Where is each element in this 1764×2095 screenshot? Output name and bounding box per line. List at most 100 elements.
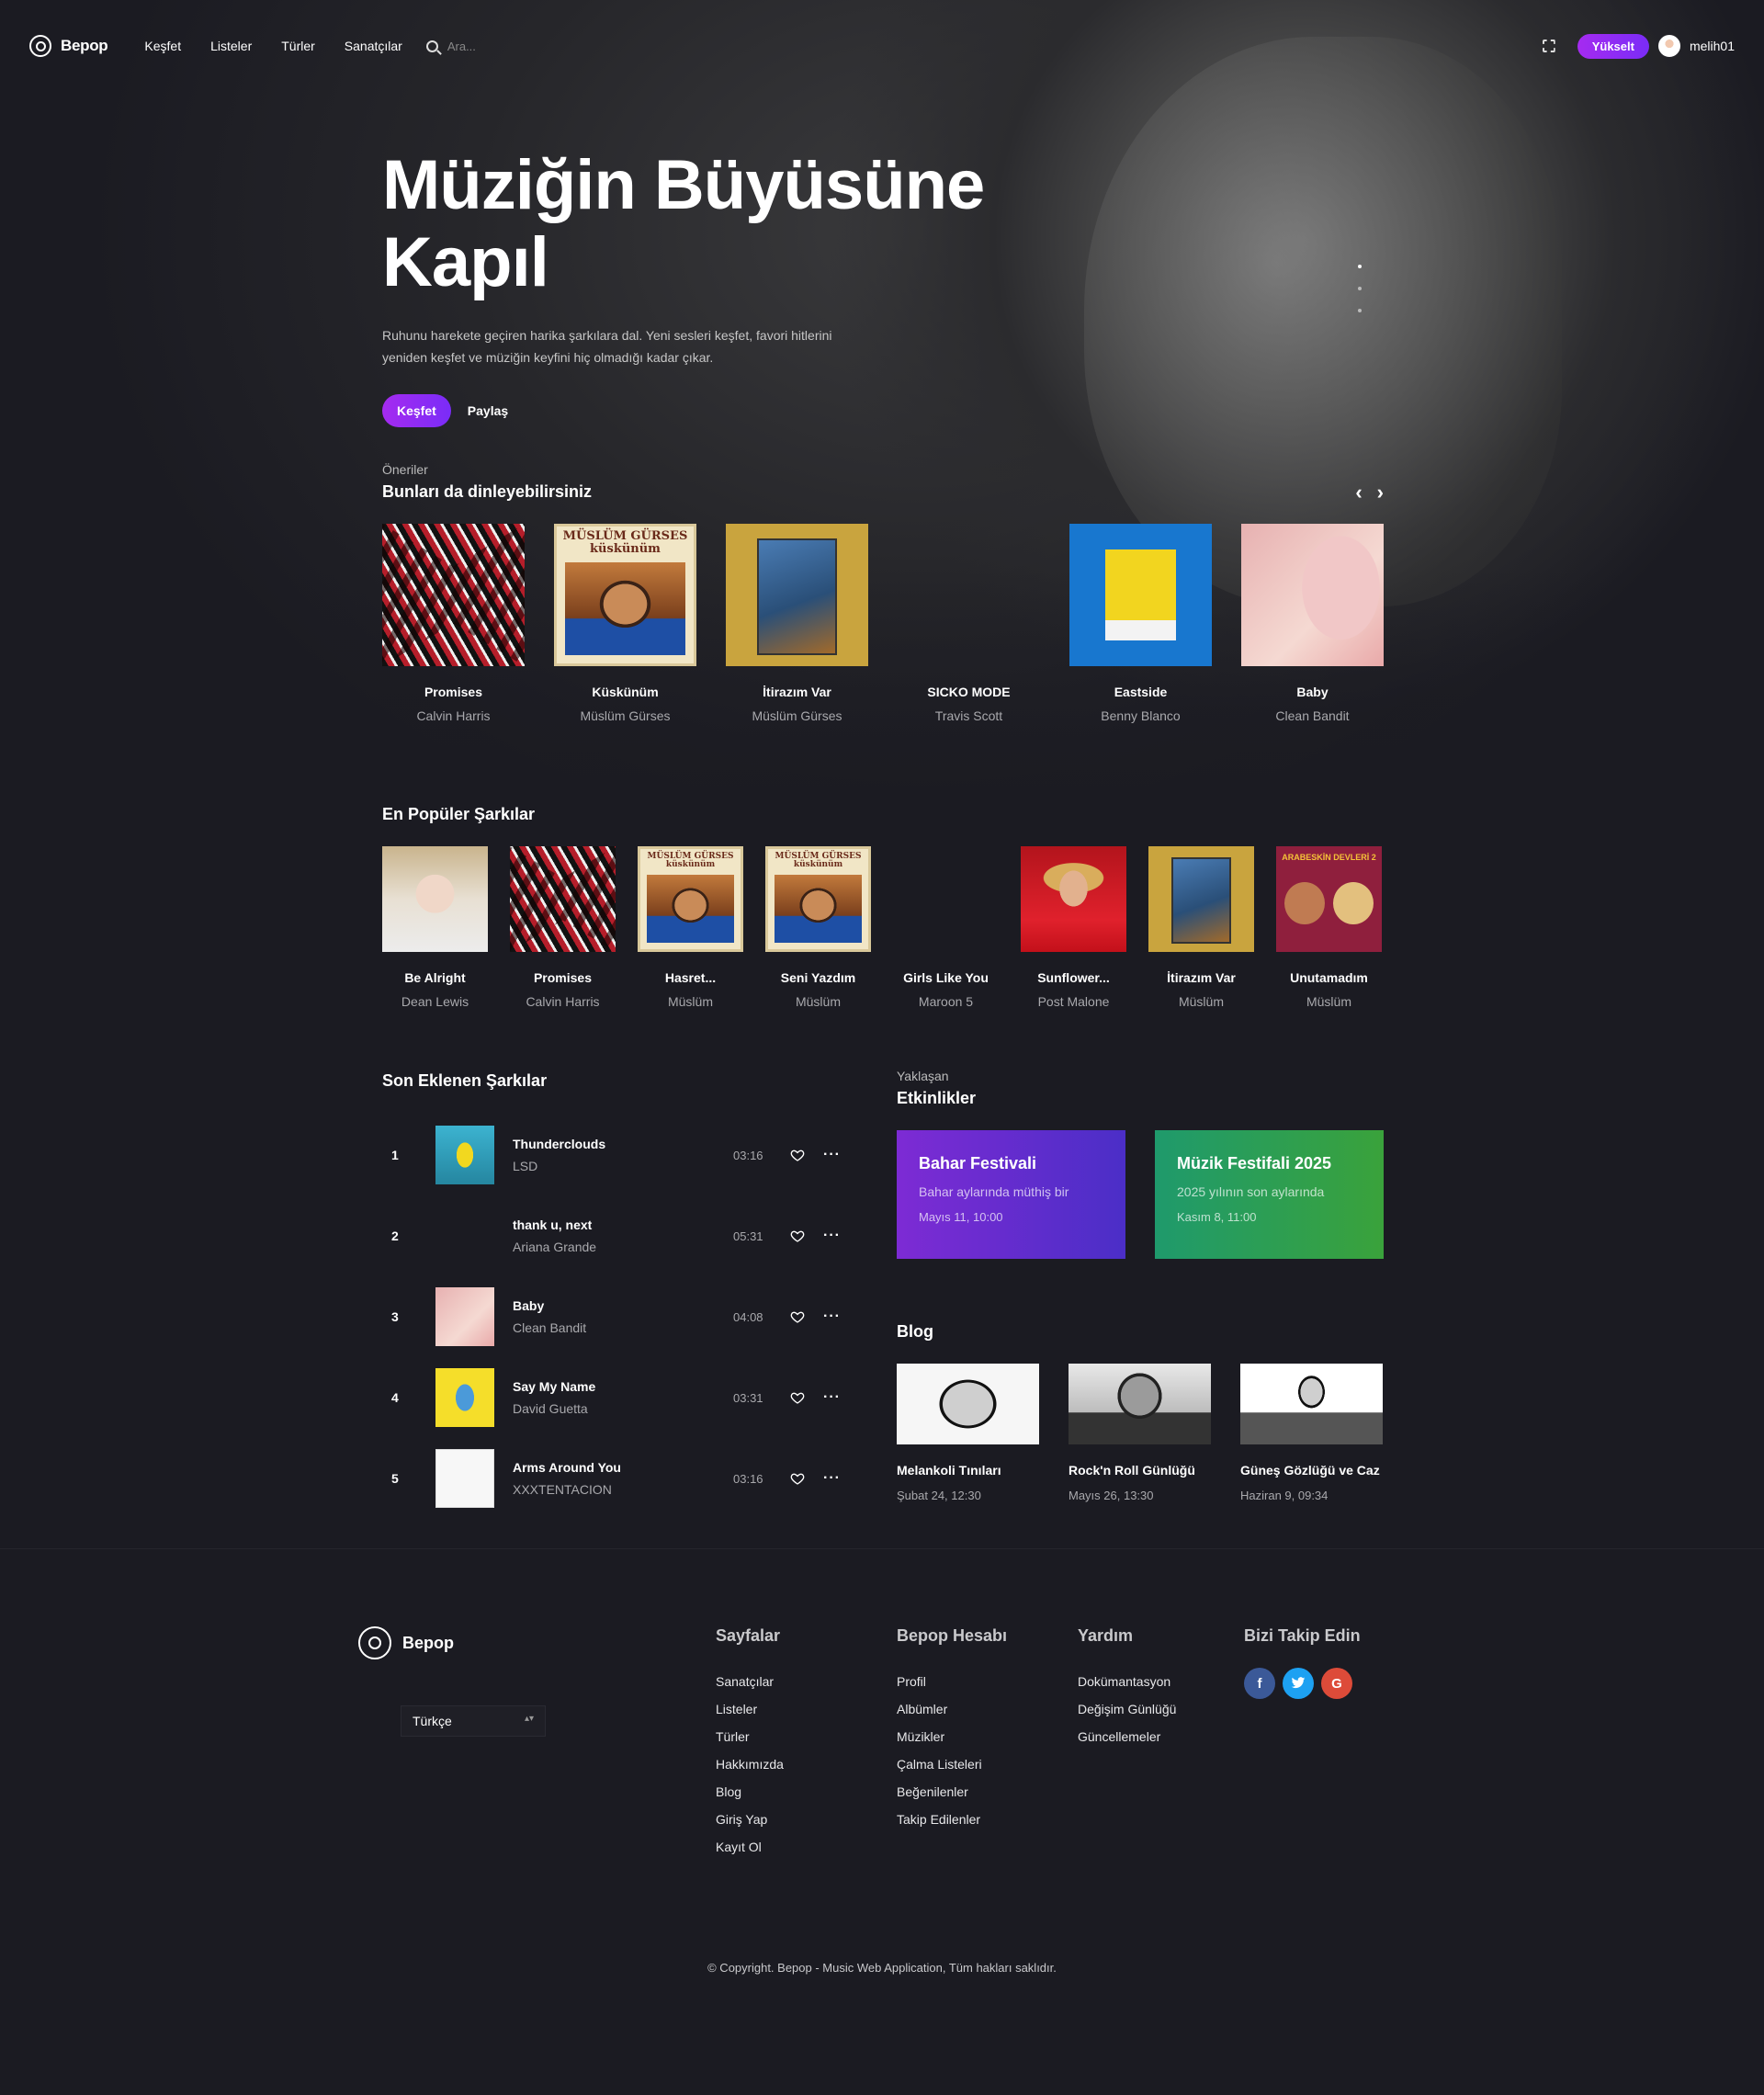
footer-link[interactable]: Türler xyxy=(716,1723,784,1750)
hero-dot[interactable] xyxy=(1358,265,1362,268)
album-card[interactable]: Eastside Benny Blanco xyxy=(1069,524,1212,723)
language-value: Türkçe xyxy=(413,1714,452,1728)
track-duration: 03:16 xyxy=(733,1148,763,1162)
track-artist[interactable]: XXXTENTACION xyxy=(513,1482,733,1497)
track-info: thank u, next Ariana Grande xyxy=(513,1217,733,1254)
track-row[interactable]: 1 Thunderclouds LSD 03:16 ··· xyxy=(382,1115,860,1195)
footer-link[interactable]: Takip Edilenler xyxy=(897,1806,1007,1833)
footer-link[interactable]: Blog xyxy=(716,1778,784,1806)
footer-link[interactable]: Dokümantasyon xyxy=(1078,1668,1176,1695)
song-card[interactable]: Promises Calvin Harris xyxy=(510,846,616,1009)
carousel-arrows: ‹ › xyxy=(1355,482,1384,503)
blog-card[interactable]: Melankoli Tınıları Şubat 24, 12:30 xyxy=(897,1364,1039,1502)
track-title[interactable]: Baby xyxy=(513,1298,733,1313)
chevron-right-icon[interactable]: › xyxy=(1377,482,1384,503)
heart-icon[interactable] xyxy=(790,1229,805,1243)
album-card[interactable]: İtirazım Var Müslüm Gürses xyxy=(726,524,868,723)
song-card[interactable]: İtirazım Var Müslüm xyxy=(1148,846,1254,1009)
track-artist[interactable]: David Guetta xyxy=(513,1401,733,1416)
search-icon xyxy=(425,40,438,52)
track-artist[interactable]: Clean Bandit xyxy=(513,1320,733,1335)
heart-icon[interactable] xyxy=(790,1148,805,1162)
blog-title: Güneş Gözlüğü ve Caz xyxy=(1240,1463,1380,1478)
album-artist: Müslüm Gürses xyxy=(752,708,842,723)
footer-link[interactable]: Değişim Günlüğü xyxy=(1078,1695,1176,1723)
track-info: Say My Name David Guetta xyxy=(513,1379,733,1416)
song-card[interactable]: ARABESKİN DEVLERİ 2 Unutamadım Müslüm xyxy=(1276,846,1382,1009)
heart-icon[interactable] xyxy=(790,1309,805,1324)
track-title[interactable]: thank u, next xyxy=(513,1217,733,1232)
footer-link[interactable]: Müzikler xyxy=(897,1723,1007,1750)
cover-shape xyxy=(1104,549,1177,621)
brand-logo[interactable]: Bepop xyxy=(29,35,108,57)
footer-link[interactable]: Kayıt Ol xyxy=(716,1833,784,1861)
more-options-icon[interactable]: ··· xyxy=(823,1228,841,1244)
more-options-icon[interactable]: ··· xyxy=(823,1308,841,1325)
track-row[interactable]: 4 Say My Name David Guetta 03:31 ··· xyxy=(382,1357,860,1438)
facebook-icon[interactable]: f xyxy=(1244,1668,1275,1699)
track-duration: 03:31 xyxy=(733,1390,763,1405)
nav-item-kesfet[interactable]: Keşfet xyxy=(144,39,181,53)
footer-link[interactable]: Sanatçılar xyxy=(716,1668,784,1695)
song-card[interactable]: MÜSLÜM GÜRSES küskünüm Seni Yazdım Müslü… xyxy=(765,846,871,1009)
album-card[interactable]: Baby Clean Bandit xyxy=(1241,524,1384,723)
more-options-icon[interactable]: ··· xyxy=(823,1470,841,1487)
chevron-left-icon[interactable]: ‹ xyxy=(1355,482,1362,503)
album-card[interactable]: MÜSLÜM GÜRSES küskünüm Küskünüm Müslüm G… xyxy=(554,524,696,723)
footer-link[interactable]: Beğenilenler xyxy=(897,1778,1007,1806)
nav-item-turler[interactable]: Türler xyxy=(281,39,315,53)
nav-item-listeler[interactable]: Listeler xyxy=(210,39,252,53)
track-title[interactable]: Say My Name xyxy=(513,1379,733,1394)
fullscreen-icon[interactable] xyxy=(1542,40,1555,52)
track-row[interactable]: 3 Baby Clean Bandit 04:08 ··· xyxy=(382,1276,860,1357)
track-thumbnail xyxy=(435,1368,494,1427)
footer-link[interactable]: Çalma Listeleri xyxy=(897,1750,1007,1778)
hero-dot[interactable] xyxy=(1358,309,1362,312)
hero-dot[interactable] xyxy=(1358,287,1362,290)
google-icon[interactable]: G xyxy=(1321,1668,1352,1699)
twitter-icon[interactable] xyxy=(1283,1668,1314,1699)
footer-link[interactable]: Albümler xyxy=(897,1695,1007,1723)
nav-item-sanatcilar[interactable]: Sanatçılar xyxy=(345,39,402,53)
username[interactable]: melih01 xyxy=(1690,39,1735,53)
footer-column-account: Bepop Hesabı Profil Albümler Müzikler Ça… xyxy=(897,1626,1007,1833)
heart-icon[interactable] xyxy=(790,1471,805,1486)
language-select[interactable]: Türkçe ▴▾ xyxy=(401,1705,546,1737)
blog-card[interactable]: Güneş Gözlüğü ve Caz Haziran 9, 09:34 xyxy=(1240,1364,1383,1502)
track-thumbnail xyxy=(435,1206,494,1265)
upgrade-button[interactable]: Yükselt xyxy=(1577,33,1649,59)
avatar[interactable] xyxy=(1657,35,1680,57)
track-title[interactable]: Arms Around You xyxy=(513,1460,733,1475)
footer-link[interactable]: Listeler xyxy=(716,1695,784,1723)
main-nav: Keşfet Listeler Türler Sanatçılar xyxy=(144,39,401,53)
album-card[interactable]: SICKO MODE Travis Scott xyxy=(898,524,1040,723)
blog-date: Şubat 24, 12:30 xyxy=(897,1489,981,1502)
song-card[interactable]: Be Alright Dean Lewis xyxy=(382,846,488,1009)
track-row[interactable]: 2 thank u, next Ariana Grande 05:31 ··· xyxy=(382,1195,860,1276)
track-artist[interactable]: LSD xyxy=(513,1159,733,1173)
footer-link[interactable]: Giriş Yap xyxy=(716,1806,784,1833)
footer-logo[interactable]: Bepop xyxy=(358,1626,454,1659)
event-card[interactable]: Bahar Festivali Bahar aylarında müthiş b… xyxy=(897,1130,1125,1259)
footer-link[interactable]: Profil xyxy=(897,1668,1007,1695)
album-card[interactable]: Promises Calvin Harris xyxy=(382,524,525,723)
search-input[interactable]: Ara... xyxy=(447,40,476,53)
search-box[interactable]: Ara... xyxy=(425,40,476,53)
more-options-icon[interactable]: ··· xyxy=(823,1147,841,1163)
explore-button[interactable]: Keşfet xyxy=(382,394,451,428)
track-artist[interactable]: Ariana Grande xyxy=(513,1240,733,1254)
footer-link[interactable]: Hakkımızda xyxy=(716,1750,784,1778)
track-title[interactable]: Thunderclouds xyxy=(513,1137,733,1151)
blog-card[interactable]: Rock'n Roll Günlüğü Mayıs 26, 13:30 xyxy=(1069,1364,1211,1502)
share-button[interactable]: Paylaş xyxy=(468,403,508,418)
song-cover xyxy=(893,846,999,952)
track-thumbnail xyxy=(435,1449,494,1508)
footer-link[interactable]: Güncellemeler xyxy=(1078,1723,1176,1750)
track-row[interactable]: 5 Arms Around You XXXTENTACION 03:16 ··· xyxy=(382,1438,860,1519)
more-options-icon[interactable]: ··· xyxy=(823,1389,841,1406)
song-card[interactable]: Sunflower... Post Malone xyxy=(1021,846,1126,1009)
song-card[interactable]: Girls Like You Maroon 5 xyxy=(893,846,999,1009)
song-card[interactable]: MÜSLÜM GÜRSES küskünüm Hasret... Müslüm xyxy=(638,846,743,1009)
heart-icon[interactable] xyxy=(790,1390,805,1405)
event-card[interactable]: Müzik Festifali 2025 2025 yılının son ay… xyxy=(1155,1130,1384,1259)
